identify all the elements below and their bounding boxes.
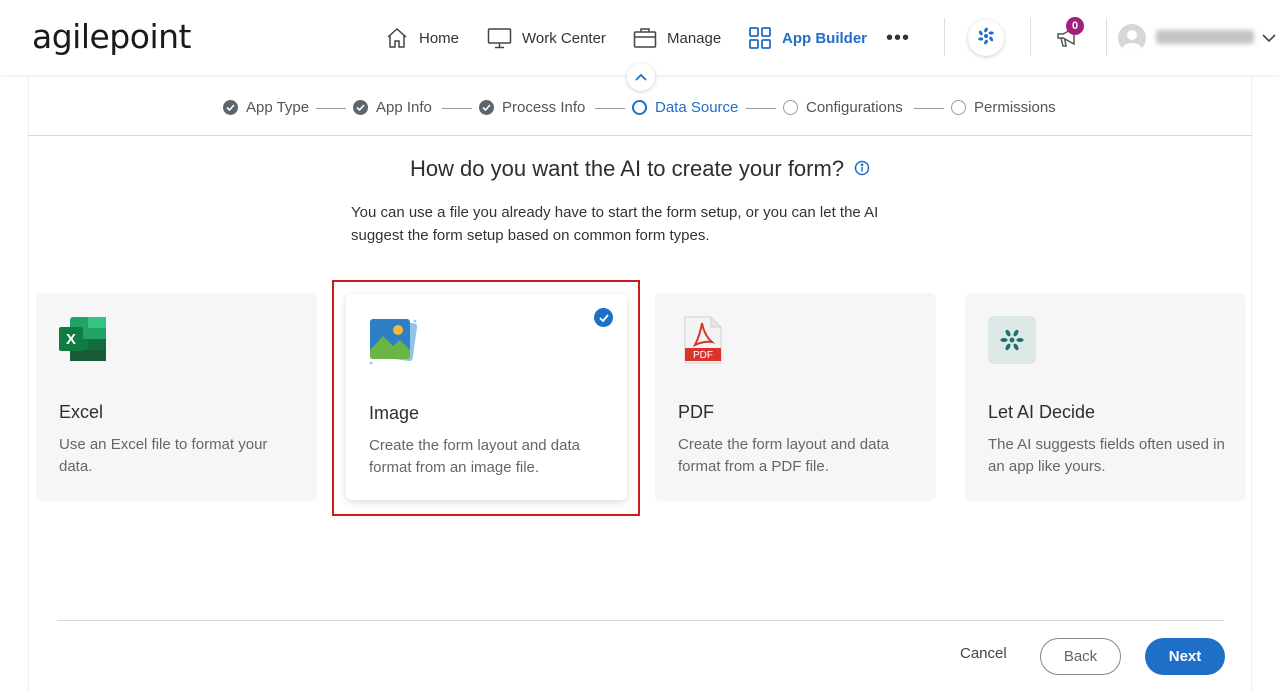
step-label: Permissions [974, 99, 1056, 116]
user-name-blurred[interactable] [1156, 30, 1254, 44]
chevron-down-icon[interactable] [1262, 30, 1276, 48]
step-connector [442, 108, 472, 109]
nav-label-home: Home [419, 29, 460, 47]
nav-label-manage: Manage [667, 29, 722, 47]
step-connector [746, 108, 776, 109]
nav-divider [1106, 18, 1107, 56]
stepper-divider [28, 135, 1252, 136]
step-app-type[interactable]: App Type [223, 99, 309, 116]
megaphone-icon [1056, 26, 1080, 52]
step-permissions[interactable]: Permissions [951, 99, 1056, 116]
nav-divider [944, 18, 945, 56]
excel-icon: X [58, 315, 108, 368]
next-button[interactable]: Next [1145, 638, 1225, 675]
nav-item-manage[interactable]: Manage [633, 24, 721, 52]
check-icon [479, 100, 494, 115]
info-icon[interactable] [854, 156, 870, 182]
notification-count-badge: 0 [1066, 17, 1084, 35]
page-title-text: How do you want the AI to create your fo… [409, 156, 845, 181]
back-button[interactable]: Back [1040, 638, 1121, 675]
chevron-up-icon [635, 68, 647, 86]
current-step-icon [632, 100, 647, 115]
agilepoint-logo[interactable]: agilepoint [32, 17, 191, 56]
step-connector [914, 108, 944, 109]
step-connector [316, 108, 346, 109]
ai-icon [987, 315, 1037, 370]
page-description: You can use a file you already have to s… [351, 204, 879, 244]
pending-step-icon [783, 100, 798, 115]
grid-icon [748, 26, 772, 50]
option-card-excel[interactable]: X Excel Use an Excel file to format your… [36, 293, 317, 501]
step-app-info[interactable]: App Info [353, 99, 432, 116]
card-description: Create the form layout and data format f… [678, 436, 889, 475]
svg-text:PDF: PDF [693, 350, 713, 361]
avatar[interactable] [1118, 24, 1146, 52]
cancel-button[interactable]: Cancel [960, 645, 1007, 662]
more-menu-icon[interactable]: ••• [886, 28, 910, 48]
step-label: Configurations [806, 99, 903, 116]
home-icon [385, 26, 409, 50]
page-title: How do you want the AI to create your fo… [0, 156, 1280, 182]
step-label: Process Info [502, 99, 586, 116]
check-icon [353, 100, 368, 115]
svg-text:X: X [66, 331, 76, 348]
pending-step-icon [951, 100, 966, 115]
nav-label-app-builder: App Builder [782, 29, 867, 47]
option-card-let-ai-decide[interactable]: Let AI Decide The AI suggests fields oft… [965, 293, 1246, 501]
step-process-info[interactable]: Process Info [479, 99, 585, 116]
nav-item-app-builder[interactable]: App Builder [748, 24, 867, 52]
check-icon [223, 100, 238, 115]
nav-divider [1030, 18, 1031, 56]
nav-label-work-center: Work Center [522, 29, 606, 47]
step-data-source[interactable]: Data Source [632, 99, 738, 116]
pdf-icon: PDF [682, 315, 724, 370]
card-title: Let AI Decide [988, 402, 1096, 422]
card-title: PDF [678, 402, 714, 422]
card-description: Use an Excel file to format your data. [59, 436, 268, 475]
briefcase-icon [633, 26, 657, 50]
option-card-pdf[interactable]: PDF PDF Create the form layout and data … [655, 293, 936, 501]
step-label: App Type [246, 99, 310, 116]
footer-divider [57, 620, 1224, 621]
card-title: Excel [59, 402, 104, 422]
nav-item-work-center[interactable]: Work Center [487, 24, 606, 52]
collapse-header-button[interactable] [627, 63, 655, 91]
ai-icon [976, 26, 996, 51]
step-connector [595, 108, 625, 109]
ai-assistant-button[interactable] [968, 20, 1004, 56]
step-label: App Info [376, 99, 432, 116]
selection-highlight-box [332, 280, 640, 516]
step-label: Data Source [655, 99, 739, 116]
monitor-icon [487, 26, 512, 50]
step-configurations[interactable]: Configurations [783, 99, 903, 116]
nav-item-home[interactable]: Home [385, 24, 459, 52]
card-description: The AI suggests fields often used in an … [988, 436, 1225, 475]
